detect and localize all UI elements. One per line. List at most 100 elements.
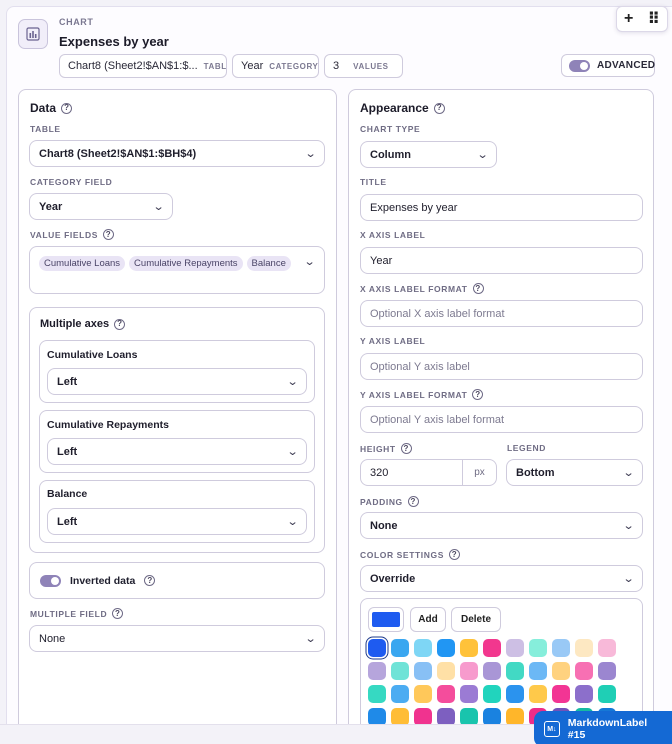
- category-chip-tag: CATEGORY: [269, 61, 319, 71]
- chart-type-label: CHART TYPE: [360, 124, 421, 134]
- axis-side-value: Left: [57, 515, 78, 528]
- axis-name: Cumulative Loans: [47, 349, 138, 361]
- color-swatch[interactable]: [391, 639, 409, 657]
- y-axis-label-input[interactable]: Optional Y axis label: [360, 353, 643, 380]
- chevron-down-icon: ⌄: [304, 633, 317, 645]
- color-swatch[interactable]: [368, 685, 386, 703]
- axis-side-select[interactable]: Left ⌄: [47, 508, 307, 535]
- add-color-button[interactable]: Add: [410, 607, 446, 632]
- padding-select[interactable]: None ⌄: [360, 512, 643, 539]
- y-axis-format-label-text: Y AXIS LABEL FORMAT: [360, 389, 468, 400]
- color-swatch[interactable]: [575, 639, 593, 657]
- color-swatch[interactable]: [506, 685, 524, 703]
- color-swatch[interactable]: [552, 662, 570, 680]
- color-swatch[interactable]: [598, 685, 616, 703]
- color-settings-select[interactable]: Override ⌄: [360, 565, 643, 592]
- selected-component-tag[interactable]: M↓ MarkdownLabel #15 ×: [534, 711, 672, 744]
- advanced-label: ADVANCED: [597, 60, 656, 71]
- chart-type-select[interactable]: Column ⌄: [360, 141, 497, 168]
- help-icon[interactable]: ?: [448, 549, 460, 560]
- color-swatch[interactable]: [460, 662, 478, 680]
- color-swatch[interactable]: [414, 639, 432, 657]
- axis-side-select[interactable]: Left ⌄: [47, 438, 307, 465]
- help-icon[interactable]: ?: [472, 389, 484, 400]
- drag-handle-icon[interactable]: ⠿: [647, 9, 660, 29]
- height-value: 320: [370, 466, 389, 479]
- category-field-select[interactable]: Year ⌄: [29, 193, 173, 220]
- color-swatch[interactable]: [437, 639, 455, 657]
- axis-side-select[interactable]: Left ⌄: [47, 368, 307, 395]
- x-axis-format-label: X AXIS LABEL FORMAT ?: [360, 283, 484, 294]
- chevron-down-icon: ⌄: [286, 516, 299, 528]
- title-input[interactable]: Expenses by year: [360, 194, 643, 221]
- selected-color-button[interactable]: [368, 607, 404, 632]
- color-swatch[interactable]: [598, 639, 616, 657]
- color-swatch[interactable]: [552, 639, 570, 657]
- value-field-tag[interactable]: Cumulative Repayments: [129, 256, 243, 271]
- color-swatch[interactable]: [529, 639, 547, 657]
- color-swatch[interactable]: [598, 662, 616, 680]
- color-swatch[interactable]: [529, 662, 547, 680]
- x-axis-format-input[interactable]: Optional X axis label format: [360, 300, 643, 327]
- y-axis-format-input[interactable]: Optional Y axis label format: [360, 406, 643, 433]
- table-chip[interactable]: Chart8 (Sheet2!$AN$1:$... TABLE: [59, 54, 227, 78]
- help-icon[interactable]: ?: [102, 229, 114, 240]
- x-axis-label-label: X AXIS LABEL: [360, 230, 426, 240]
- value-fields-multiselect[interactable]: Cumulative Loans Cumulative Repayments Bal…: [29, 246, 325, 294]
- multiple-field-select[interactable]: None ⌄: [29, 625, 325, 652]
- help-icon[interactable]: ?: [400, 443, 412, 454]
- appearance-panel-title-text: Appearance: [360, 101, 429, 115]
- color-swatch[interactable]: [414, 662, 432, 680]
- x-axis-label-input[interactable]: Year: [360, 247, 643, 274]
- value-field-tag[interactable]: Balance: [246, 256, 291, 271]
- color-swatch[interactable]: [506, 662, 524, 680]
- color-swatch[interactable]: [437, 662, 455, 680]
- category-chip[interactable]: Year CATEGORY: [232, 54, 319, 78]
- table-select[interactable]: Chart8 (Sheet2!$AN$1:$BH$4) ⌄: [29, 140, 325, 167]
- chevron-down-icon: ⌄: [303, 256, 316, 268]
- axis-name: Balance: [47, 488, 88, 500]
- inverted-data-box[interactable]: Inverted data ?: [29, 562, 325, 599]
- color-swatch[interactable]: [414, 685, 432, 703]
- color-settings-value: Override: [370, 572, 416, 585]
- help-icon[interactable]: ?: [433, 102, 445, 114]
- color-swatch[interactable]: [437, 685, 455, 703]
- height-input[interactable]: 320 px: [360, 459, 497, 486]
- color-swatch[interactable]: [483, 685, 501, 703]
- help-icon[interactable]: ?: [112, 608, 124, 619]
- values-chip[interactable]: 3 VALUES: [324, 54, 403, 78]
- help-icon[interactable]: ?: [114, 318, 126, 330]
- color-swatch[interactable]: [483, 662, 501, 680]
- help-icon[interactable]: ?: [472, 283, 484, 294]
- add-icon[interactable]: +: [624, 10, 633, 28]
- advanced-toggle-switch[interactable]: [569, 59, 590, 72]
- table-chip-value: Chart8 (Sheet2!$AN$1:$...: [68, 60, 198, 72]
- help-icon[interactable]: ?: [144, 575, 156, 586]
- help-icon[interactable]: ?: [407, 496, 419, 507]
- chevron-down-icon: ⌄: [476, 149, 489, 161]
- value-field-tag[interactable]: Cumulative Loans: [39, 256, 126, 271]
- advanced-toggle[interactable]: ADVANCED: [561, 54, 655, 77]
- value-fields-label-text: VALUE FIELDS: [30, 229, 98, 240]
- chevron-down-icon: ⌄: [286, 376, 299, 388]
- color-swatch[interactable]: [575, 662, 593, 680]
- color-swatch[interactable]: [483, 639, 501, 657]
- color-swatch[interactable]: [460, 639, 478, 657]
- category-field-label: CATEGORY FIELD: [30, 177, 113, 187]
- y-axis-format-label: Y AXIS LABEL FORMAT ?: [360, 389, 484, 400]
- color-swatch[interactable]: [391, 685, 409, 703]
- legend-select[interactable]: Bottom ⌄: [506, 459, 643, 486]
- inverted-data-toggle[interactable]: [40, 574, 61, 587]
- color-swatch[interactable]: [460, 685, 478, 703]
- color-swatch[interactable]: [552, 685, 570, 703]
- color-swatch[interactable]: [529, 685, 547, 703]
- color-swatch[interactable]: [368, 662, 386, 680]
- chevron-down-icon: ⌄: [152, 201, 165, 213]
- multiple-field-value: None: [39, 632, 66, 645]
- color-swatch[interactable]: [575, 685, 593, 703]
- color-swatch[interactable]: [506, 639, 524, 657]
- help-icon[interactable]: ?: [61, 102, 73, 114]
- delete-color-button[interactable]: Delete: [451, 607, 501, 632]
- color-swatch[interactable]: [368, 639, 386, 657]
- color-swatch[interactable]: [391, 662, 409, 680]
